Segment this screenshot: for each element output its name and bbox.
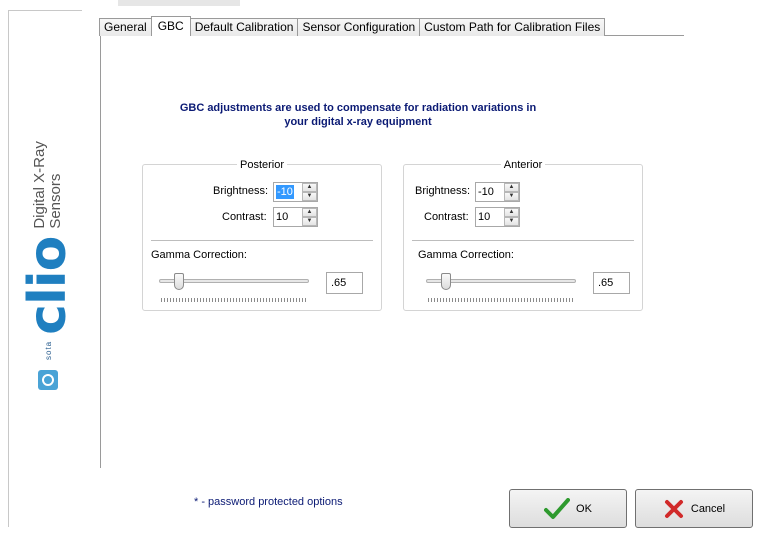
anterior-contrast-value[interactable]: 10	[478, 210, 490, 224]
window-header-fragment	[118, 0, 240, 6]
spin-up-icon[interactable]: ▲	[302, 208, 317, 217]
brand-subtitle: Digital X-Ray Sensors	[31, 141, 64, 229]
settings-tabbar: General GBC Default Calibration Sensor C…	[99, 16, 606, 36]
brand-sidebar: sota clio Digital X-Ray Sensors	[0, 0, 82, 537]
posterior-gamma-label: Gamma Correction:	[151, 249, 247, 261]
red-x-icon	[664, 499, 683, 518]
spin-up-icon[interactable]: ▲	[504, 183, 519, 192]
posterior-contrast-label: Contrast:	[222, 211, 267, 223]
anterior-gamma-ticks	[428, 298, 574, 302]
cancel-button[interactable]: Cancel	[635, 489, 753, 528]
gbc-description-line2: your digital x-ray equipment	[284, 116, 432, 128]
ok-button-label: OK	[576, 502, 592, 515]
posterior-group: Posterior Brightness: -10 ▲ ▼ Contrast: 1…	[142, 159, 382, 311]
posterior-contrast-value[interactable]: 10	[276, 210, 288, 224]
sota-logo-icon	[35, 364, 61, 390]
anterior-brightness-spinner[interactable]: -10 ▲ ▼	[475, 182, 520, 202]
posterior-gamma-value[interactable]: .65	[326, 272, 363, 294]
spin-down-icon[interactable]: ▼	[302, 217, 317, 226]
spin-down-icon[interactable]: ▼	[504, 217, 519, 226]
gbc-description-line1: GBC adjustments are used to compensate f…	[179, 102, 537, 114]
ok-button[interactable]: OK	[509, 489, 627, 528]
password-note: * - password protected options	[194, 496, 343, 508]
brand-subtitle-line1: Digital X-Ray	[31, 141, 48, 229]
anterior-contrast-label: Contrast:	[424, 211, 469, 223]
posterior-gamma-ticks	[161, 298, 307, 302]
spin-up-icon[interactable]: ▲	[302, 183, 317, 192]
brand-company: sota	[43, 340, 53, 360]
anterior-gamma-label: Gamma Correction:	[418, 249, 514, 261]
gbc-description: GBC adjustments are used to compensate f…	[150, 101, 566, 129]
tab-general[interactable]: General	[99, 18, 152, 36]
posterior-brightness-spinner[interactable]: -10 ▲ ▼	[273, 182, 318, 202]
anterior-brightness-label: Brightness:	[415, 185, 471, 197]
spin-up-icon[interactable]: ▲	[504, 208, 519, 217]
posterior-title: Posterior	[236, 159, 288, 171]
brand-divider-top	[8, 10, 82, 11]
anterior-gamma-slider-thumb[interactable]	[440, 273, 451, 290]
posterior-brightness-label: Brightness:	[213, 185, 269, 197]
brand-logo-block: sota clio Digital X-Ray Sensors	[18, 130, 78, 390]
anterior-gamma-value[interactable]: .65	[593, 272, 630, 294]
brand-product-name: clio	[18, 236, 78, 335]
anterior-separator	[412, 240, 634, 241]
anterior-title: Anterior	[500, 159, 546, 171]
posterior-contrast-spinner[interactable]: 10 ▲ ▼	[273, 207, 318, 227]
brand-divider-left	[8, 10, 9, 527]
anterior-contrast-spinner[interactable]: 10 ▲ ▼	[475, 207, 520, 227]
brand-subtitle-line2: Sensors	[47, 173, 64, 229]
anterior-brightness-value[interactable]: -10	[478, 185, 494, 199]
spin-down-icon[interactable]: ▼	[504, 192, 519, 201]
posterior-separator	[151, 240, 373, 241]
tab-custom-path[interactable]: Custom Path for Calibration Files	[419, 18, 606, 36]
posterior-gamma-slider-thumb[interactable]	[173, 273, 184, 290]
tab-gbc[interactable]: GBC	[150, 16, 191, 36]
green-checkmark-icon	[544, 497, 571, 519]
tab-default-calibration[interactable]: Default Calibration	[189, 18, 299, 36]
posterior-brightness-value[interactable]: -10	[276, 185, 294, 199]
spin-down-icon[interactable]: ▼	[302, 192, 317, 201]
tab-sensor-configuration[interactable]: Sensor Configuration	[297, 18, 421, 36]
anterior-group: Anterior Brightness: -10 ▲ ▼ Contrast: 10…	[403, 159, 643, 311]
cancel-button-label: Cancel	[690, 502, 726, 515]
